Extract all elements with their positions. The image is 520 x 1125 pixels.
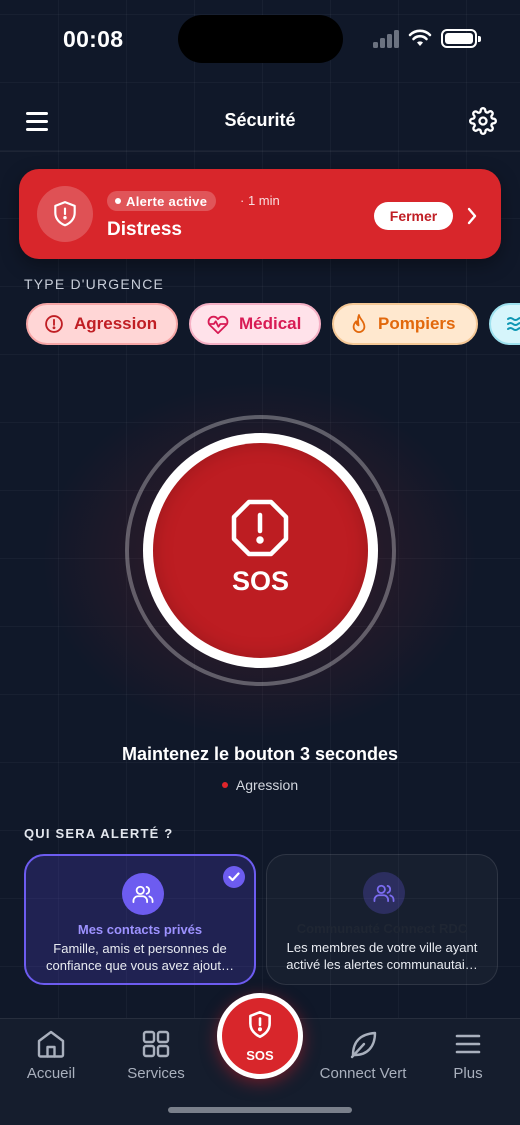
waves-icon [507, 317, 520, 331]
shield-alert-icon [249, 1010, 271, 1039]
status-bar: 00:08 [0, 0, 520, 80]
close-alert-button[interactable]: Fermer [374, 202, 453, 230]
chip-water[interactable] [489, 303, 520, 345]
chip-agression[interactable]: Agression [26, 303, 178, 345]
home-icon [37, 1030, 65, 1058]
selected-emergency-type-label: Agression [235, 777, 299, 793]
leaf-icon [350, 1031, 377, 1059]
private-contacts-card[interactable]: Mes contacts privés Famille, amis et per… [24, 854, 256, 985]
nav-services[interactable]: Services [106, 1029, 206, 1082]
chip-agression-label: Agression [74, 314, 158, 333]
hold-instruction: Maintenez le bouton 3 secondes [121, 744, 399, 764]
chip-pompiers-label: Pompiers [378, 314, 456, 333]
community-card[interactable]: Communauté Connect RDC Les membres de vo… [266, 854, 498, 985]
octagon-alert-icon [231, 499, 289, 557]
community-description: Les membres de votre ville ayant activé … [286, 940, 478, 972]
wifi-icon [408, 29, 432, 46]
heart-pulse-icon [207, 315, 229, 334]
home-indicator[interactable] [168, 1107, 352, 1113]
chip-medical-label: Médical [239, 314, 302, 333]
check-icon [223, 866, 245, 888]
nav-home-label: Accueil [26, 1065, 76, 1082]
chip-medical[interactable]: Médical [189, 303, 321, 345]
nav-more-label: Plus [453, 1065, 483, 1082]
active-alert-banner[interactable]: Alerte active · 1 min Distress Fermer [19, 169, 501, 259]
menu-lines-icon [455, 1034, 481, 1054]
status-time: 00:08 [63, 26, 124, 52]
nav-home[interactable]: Accueil [1, 1029, 101, 1082]
page-title: Sécurité [224, 110, 296, 130]
nav-more[interactable]: Plus [418, 1029, 518, 1082]
grid-icon [142, 1030, 170, 1058]
flame-icon [352, 314, 366, 333]
settings-gear-icon[interactable] [469, 107, 497, 135]
battery-icon [441, 29, 481, 48]
app-header: Sécurité [0, 90, 520, 152]
nav-connect-vert-label: Connect Vert [319, 1065, 407, 1082]
private-contacts-description: Famille, amis et personnes de confiance … [46, 941, 234, 973]
nav-connect-vert[interactable]: Connect Vert [313, 1029, 413, 1082]
sos-label: SOS [231, 566, 290, 596]
alert-status-badge: Alerte active [107, 191, 217, 211]
cellular-signal-icon [373, 30, 399, 48]
nav-sos-button[interactable]: SOS [217, 993, 303, 1079]
alert-status-label: Alerte active [126, 193, 208, 209]
alert-targets-label: QUI SERA ALERTÉ ? [24, 826, 174, 841]
emergency-type-label: TYPE D'URGENCE [24, 276, 165, 292]
selected-emergency-type: Agression [0, 777, 520, 793]
chevron-right-icon[interactable] [466, 206, 478, 226]
nav-sos-label: SOS [246, 1048, 274, 1063]
alert-elapsed-time: · 1 min [240, 193, 280, 208]
users-icon [363, 872, 405, 914]
alert-type-title: Distress [107, 219, 182, 240]
community-title: Communauté Connect RDC [296, 921, 468, 936]
emergency-type-chips: Agression Médical Pompiers [0, 303, 520, 347]
dynamic-island [178, 15, 343, 63]
private-contacts-title: Mes contacts privés [77, 922, 203, 937]
chip-pompiers[interactable]: Pompiers [332, 303, 478, 345]
shield-alert-icon [37, 186, 93, 242]
alert-circle-icon [45, 315, 63, 333]
users-icon [122, 873, 164, 915]
nav-services-label: Services [127, 1065, 185, 1082]
